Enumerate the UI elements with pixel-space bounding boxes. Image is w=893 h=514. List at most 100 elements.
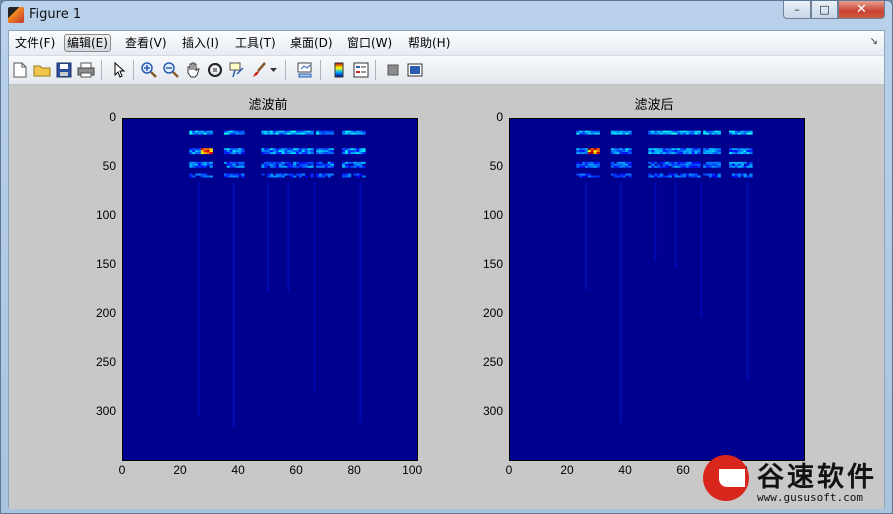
colorbar-icon[interactable] [330, 61, 348, 79]
zoom-in-icon[interactable] [140, 61, 158, 79]
menu-file[interactable]: 文件(F) [13, 34, 57, 52]
heatmap-cell [740, 165, 744, 168]
heatmap-cell [275, 148, 280, 151]
heatmap-cell [593, 161, 597, 164]
new-file-icon[interactable] [11, 61, 29, 79]
heatmap-cell [682, 148, 687, 151]
heatmap-cell [685, 161, 690, 164]
heatmap-cell [344, 132, 349, 135]
heatmap-cell [584, 161, 589, 164]
heatmap-cell [301, 152, 306, 155]
heatmap-cell [668, 173, 672, 176]
heatmap-cell [344, 173, 349, 176]
heatmap-cell [582, 165, 586, 168]
heatmap-cell [610, 152, 615, 155]
heatmap-cell [203, 148, 208, 151]
heatmap-cell [330, 163, 334, 166]
heatmap-cell [235, 175, 239, 178]
heatmap-cell [697, 148, 701, 151]
heatmap-cell [697, 165, 701, 168]
heatmap-cell [298, 163, 303, 166]
menu-window[interactable]: 窗口(W) [345, 34, 394, 52]
heatmap-cell [729, 152, 733, 155]
brush-icon[interactable] [250, 61, 268, 79]
heatmap-cell [189, 175, 193, 178]
heatmap-cell [324, 150, 329, 153]
link-plot-icon[interactable] [296, 61, 314, 79]
dock-arrow-icon[interactable]: ↘ [870, 36, 878, 47]
heatmap-cell [688, 148, 693, 151]
show-plot-tools-icon[interactable] [406, 61, 424, 79]
heatmap-cell [703, 130, 707, 133]
heatmap-cell [330, 165, 334, 168]
heatmap-cell [267, 150, 271, 153]
heatmap-streak [197, 182, 201, 417]
menu-insert[interactable]: 插入(I) [180, 34, 221, 52]
heatmap-cell [301, 148, 306, 151]
print-icon[interactable] [77, 61, 95, 79]
heatmap-cell [267, 132, 271, 135]
heatmap-cell [711, 132, 716, 135]
heatmap-cell [659, 173, 664, 176]
heatmap-cell [235, 161, 239, 164]
zoom-out-icon[interactable] [162, 61, 180, 79]
heatmap-cell [729, 130, 733, 133]
hide-plot-tools-icon[interactable] [384, 61, 402, 79]
heatmap-cell [264, 130, 268, 133]
select-arrow-icon[interactable] [110, 61, 128, 79]
heatmap-streak [619, 182, 622, 424]
heatmap-cell [344, 148, 349, 151]
heatmap-cell [694, 161, 698, 164]
heatmap-cell [694, 132, 698, 135]
minimize-button[interactable]: – [783, 1, 811, 19]
heatmap-cell [749, 132, 753, 135]
menu-tools[interactable]: 工具(T) [233, 34, 278, 52]
maximize-button[interactable]: □ [811, 1, 838, 19]
heatmap-cell [622, 173, 626, 176]
menu-desktop[interactable]: 桌面(D) [288, 34, 335, 52]
heatmap-cell [657, 132, 661, 135]
heatmap-cell [708, 152, 713, 155]
heatmap-cell [342, 161, 346, 164]
open-folder-icon[interactable] [33, 61, 51, 79]
heatmap-image [189, 130, 366, 427]
pan-hand-icon[interactable] [184, 61, 202, 79]
heatmap-cell [659, 161, 664, 164]
heatmap-cell [272, 161, 277, 164]
heatmap-cell [628, 152, 632, 155]
axes1-heatmap[interactable] [122, 118, 418, 461]
heatmap-cell [703, 152, 707, 155]
axes2-heatmap[interactable] [509, 118, 805, 461]
close-button[interactable]: ✕ [838, 1, 885, 19]
data-cursor-icon[interactable] [228, 61, 246, 79]
menu-view[interactable]: 查看(V) [123, 34, 169, 52]
y-tick-label: 100 [482, 208, 503, 222]
heatmap-cell [324, 130, 329, 133]
heatmap-cell [662, 161, 667, 164]
heatmap-cell [746, 165, 750, 168]
heatmap-cell [587, 148, 592, 151]
save-icon[interactable] [55, 61, 73, 79]
heatmap-cell [321, 148, 326, 151]
heatmap-cell [576, 173, 580, 176]
heatmap-cell [746, 148, 750, 151]
heatmap-cell [195, 150, 199, 153]
menu-edit[interactable]: 编辑(E) [64, 34, 111, 52]
heatmap-cell [319, 148, 323, 151]
heatmap-cell [327, 148, 332, 151]
heatmap-cell [616, 175, 621, 178]
y-tick-label: 0 [109, 110, 116, 124]
title-bar[interactable]: Figure 1 – □ ✕ [1, 1, 892, 28]
menu-help[interactable]: 帮助(H) [406, 34, 452, 52]
heatmap-cell [324, 163, 329, 166]
heatmap-cell [206, 161, 210, 164]
legend-icon[interactable] [352, 61, 370, 79]
heatmap-cell [307, 161, 311, 164]
heatmap-cell [226, 132, 231, 135]
heatmap-cell [195, 161, 199, 164]
rotate-3d-icon[interactable] [206, 61, 224, 79]
heatmap-cell [731, 148, 736, 151]
heatmap-cell [714, 175, 719, 178]
brush-dropdown-icon[interactable] [268, 61, 278, 79]
heatmap-cell [310, 130, 314, 133]
